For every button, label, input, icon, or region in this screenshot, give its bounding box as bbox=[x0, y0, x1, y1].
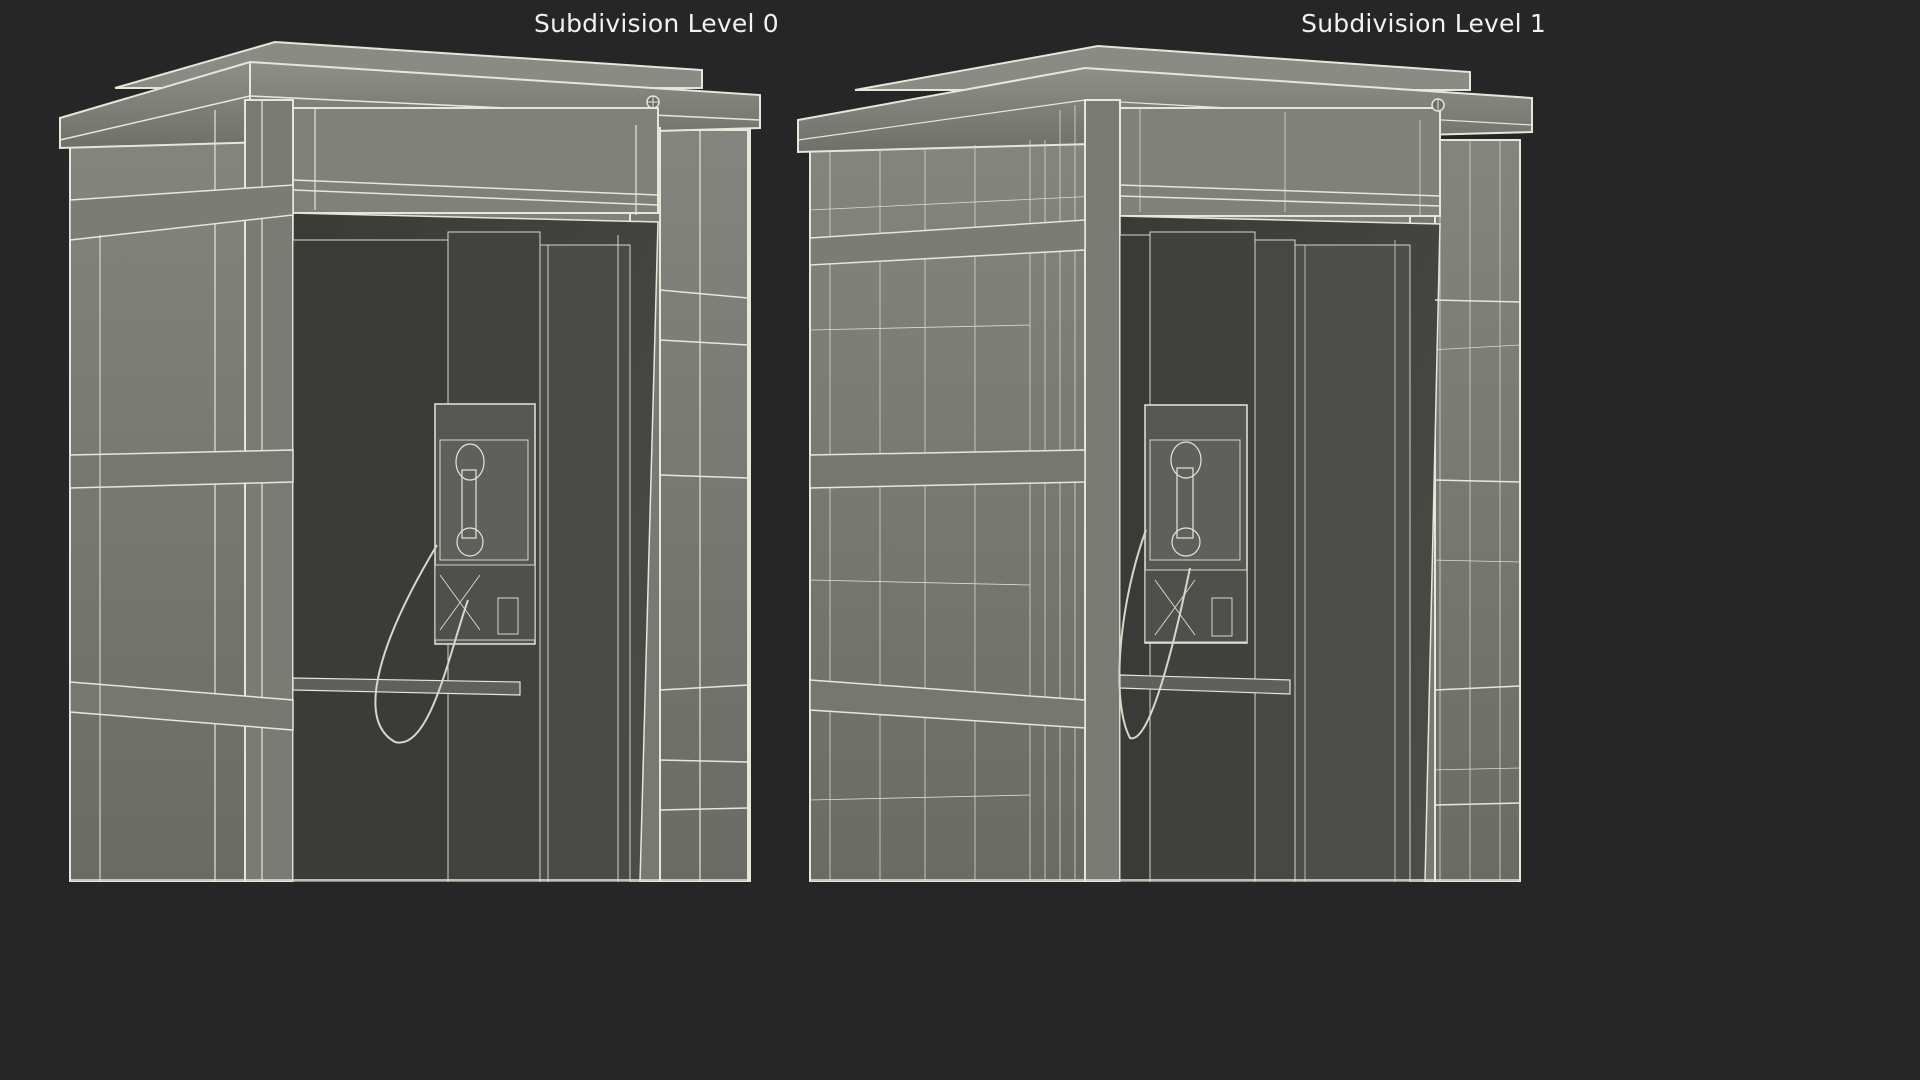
subdivision-level-1-label: Subdivision Level 1 bbox=[1301, 9, 1546, 38]
wireframe-scene bbox=[59, 40, 1533, 882]
booth-pillar-left bbox=[1084, 99, 1121, 882]
globe-logo-icon bbox=[646, 95, 660, 109]
phone-booth-level-0 bbox=[59, 40, 761, 882]
render-stage: Subdivision Level 0 Subdivision Level 1 bbox=[0, 0, 1568, 882]
subdivision-level-0-label: Subdivision Level 0 bbox=[534, 9, 779, 38]
globe-logo-icon bbox=[1431, 98, 1445, 112]
phone-booth-level-1 bbox=[797, 44, 1533, 882]
booth-header-panel bbox=[1119, 107, 1441, 217]
